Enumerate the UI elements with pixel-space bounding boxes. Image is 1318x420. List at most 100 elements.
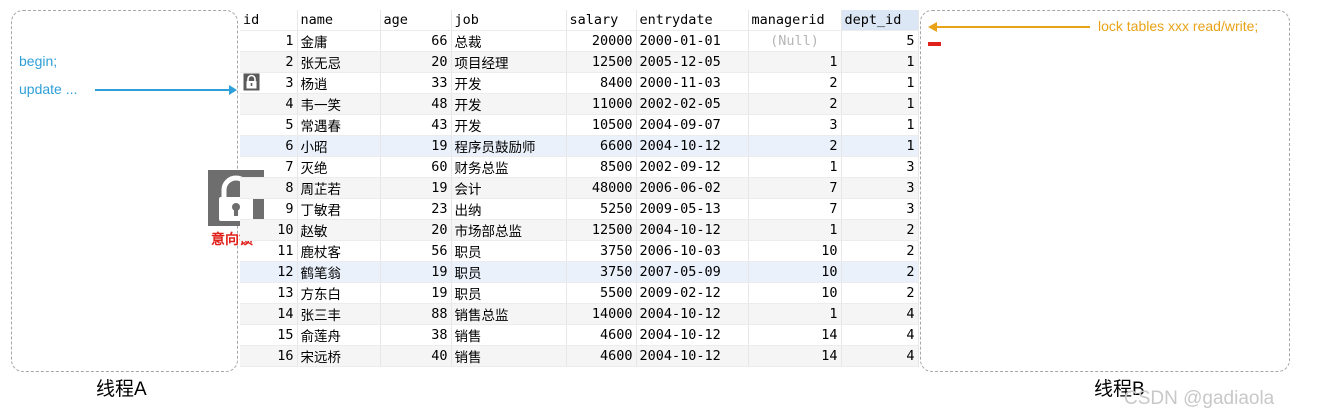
cell-managerid[interactable]: 1 (748, 51, 842, 74)
cell-salary[interactable]: 14000 (566, 303, 637, 326)
cell-entrydate[interactable]: 2004-10-12 (636, 303, 749, 326)
cell-name[interactable]: 周芷若 (297, 177, 381, 200)
cell-job[interactable]: 开发 (451, 114, 567, 137)
cell-managerid[interactable]: 14 (748, 345, 842, 368)
cell-salary[interactable]: 20000 (566, 30, 637, 53)
cell-dept-id[interactable]: 4 (841, 324, 919, 347)
cell-job[interactable]: 会计 (451, 177, 567, 200)
cell-age[interactable]: 19 (380, 135, 452, 158)
cell-managerid[interactable]: 1 (748, 219, 842, 242)
cell-salary[interactable]: 8400 (566, 72, 637, 95)
cell-job[interactable]: 总裁 (451, 30, 567, 53)
cell-dept-id[interactable]: 2 (841, 240, 919, 263)
cell-managerid[interactable]: (Null) (748, 30, 842, 53)
cell-name[interactable]: 赵敏 (297, 219, 381, 242)
table-row[interactable]: 15 俞莲舟 38 销售 4600 2004-10-12 14 4 (240, 324, 919, 347)
cell-name[interactable]: 常遇春 (297, 114, 381, 137)
cell-managerid[interactable]: 14 (748, 324, 842, 347)
cell-managerid[interactable]: 10 (748, 261, 842, 284)
cell-salary[interactable]: 10500 (566, 114, 637, 137)
cell-managerid[interactable]: 7 (748, 198, 842, 221)
cell-salary[interactable]: 3750 (566, 261, 637, 284)
cell-id[interactable]: 16 (240, 345, 298, 368)
column-header[interactable]: age (380, 10, 452, 32)
cell-entrydate[interactable]: 2005-12-05 (636, 51, 749, 74)
cell-job[interactable]: 程序员鼓励师 (451, 135, 567, 158)
cell-name[interactable]: 俞莲舟 (297, 324, 381, 347)
cell-managerid[interactable]: 2 (748, 93, 842, 116)
cell-managerid[interactable]: 3 (748, 114, 842, 137)
table-row[interactable]: 7 灭绝 60 财务总监 8500 2002-09-12 1 3 (240, 156, 919, 179)
cell-entrydate[interactable]: 2004-10-12 (636, 345, 749, 368)
cell-dept-id[interactable]: 4 (841, 303, 919, 326)
table-row[interactable]: 14 张三丰 88 销售总监 14000 2004-10-12 1 4 (240, 303, 919, 326)
cell-name[interactable]: 丁敏君 (297, 198, 381, 221)
cell-entrydate[interactable]: 2009-02-12 (636, 282, 749, 305)
cell-id[interactable]: 5 (240, 114, 298, 137)
table-row[interactable]: 9 丁敏君 23 出纳 5250 2009-05-13 7 3 (240, 198, 919, 221)
column-header[interactable]: dept_id (841, 10, 919, 32)
cell-id[interactable]: 4 (240, 93, 298, 116)
cell-dept-id[interactable]: 1 (841, 72, 919, 95)
cell-dept-id[interactable]: 1 (841, 114, 919, 137)
cell-entrydate[interactable]: 2000-11-03 (636, 72, 749, 95)
cell-name[interactable]: 方东白 (297, 282, 381, 305)
cell-managerid[interactable]: 10 (748, 282, 842, 305)
cell-job[interactable]: 销售 (451, 345, 567, 368)
column-header[interactable]: managerid (748, 10, 842, 32)
cell-job[interactable]: 出纳 (451, 198, 567, 221)
table-row[interactable]: 10 赵敏 20 市场部总监 12500 2004-10-12 1 2 (240, 219, 919, 242)
table-row[interactable]: 4 韦一笑 48 开发 11000 2002-02-05 2 1 (240, 93, 919, 116)
cell-managerid[interactable]: 10 (748, 240, 842, 263)
cell-entrydate[interactable]: 2006-06-02 (636, 177, 749, 200)
cell-entrydate[interactable]: 2002-09-12 (636, 156, 749, 179)
cell-dept-id[interactable]: 1 (841, 135, 919, 158)
cell-entrydate[interactable]: 2004-10-12 (636, 219, 749, 242)
cell-dept-id[interactable]: 1 (841, 51, 919, 74)
table-row[interactable]: 13 方东白 19 职员 5500 2009-02-12 10 2 (240, 282, 919, 305)
cell-age[interactable]: 23 (380, 198, 452, 221)
cell-dept-id[interactable]: 3 (841, 198, 919, 221)
cell-dept-id[interactable]: 2 (841, 261, 919, 284)
cell-age[interactable]: 33 (380, 72, 452, 95)
cell-age[interactable]: 60 (380, 156, 452, 179)
cell-managerid[interactable]: 1 (748, 303, 842, 326)
cell-managerid[interactable]: 7 (748, 177, 842, 200)
table-row[interactable]: 6 小昭 19 程序员鼓励师 6600 2004-10-12 2 1 (240, 135, 919, 158)
cell-job[interactable]: 项目经理 (451, 51, 567, 74)
cell-entrydate[interactable]: 2000-01-01 (636, 30, 749, 53)
table-row[interactable]: 1 金庸 66 总裁 20000 2000-01-01 (Null) 5 (240, 30, 919, 53)
cell-dept-id[interactable]: 1 (841, 93, 919, 116)
cell-managerid[interactable]: 1 (748, 156, 842, 179)
cell-job[interactable]: 职员 (451, 240, 567, 263)
cell-entrydate[interactable]: 2004-10-12 (636, 135, 749, 158)
cell-age[interactable]: 38 (380, 324, 452, 347)
cell-age[interactable]: 48 (380, 93, 452, 116)
column-header[interactable]: id (240, 10, 298, 32)
table-row[interactable]: 12 鹤笔翁 19 职员 3750 2007-05-09 10 2 (240, 261, 919, 284)
cell-dept-id[interactable]: 5 (841, 30, 919, 53)
cell-entrydate[interactable]: 2009-05-13 (636, 198, 749, 221)
table-row[interactable]: 2 张无忌 20 项目经理 12500 2005-12-05 1 1 (240, 51, 919, 74)
cell-id[interactable]: 12 (240, 261, 298, 284)
cell-job[interactable]: 市场部总监 (451, 219, 567, 242)
cell-job[interactable]: 财务总监 (451, 156, 567, 179)
cell-entrydate[interactable]: 2002-02-05 (636, 93, 749, 116)
cell-name[interactable]: 小昭 (297, 135, 381, 158)
cell-age[interactable]: 20 (380, 51, 452, 74)
cell-dept-id[interactable]: 2 (841, 282, 919, 305)
cell-id[interactable]: 6 (240, 135, 298, 158)
cell-salary[interactable]: 4600 (566, 324, 637, 347)
cell-salary[interactable]: 4600 (566, 345, 637, 368)
cell-id[interactable]: 14 (240, 303, 298, 326)
cell-salary[interactable]: 11000 (566, 93, 637, 116)
cell-name[interactable]: 金庸 (297, 30, 381, 53)
cell-job[interactable]: 销售总监 (451, 303, 567, 326)
cell-salary[interactable]: 6600 (566, 135, 637, 158)
cell-managerid[interactable]: 2 (748, 72, 842, 95)
cell-name[interactable]: 杨逍 (297, 72, 381, 95)
table-row[interactable]: 11 鹿杖客 56 职员 3750 2006-10-03 10 2 (240, 240, 919, 263)
cell-id[interactable]: 7 (240, 156, 298, 179)
cell-id[interactable]: 10 (240, 219, 298, 242)
cell-id[interactable]: 13 (240, 282, 298, 305)
